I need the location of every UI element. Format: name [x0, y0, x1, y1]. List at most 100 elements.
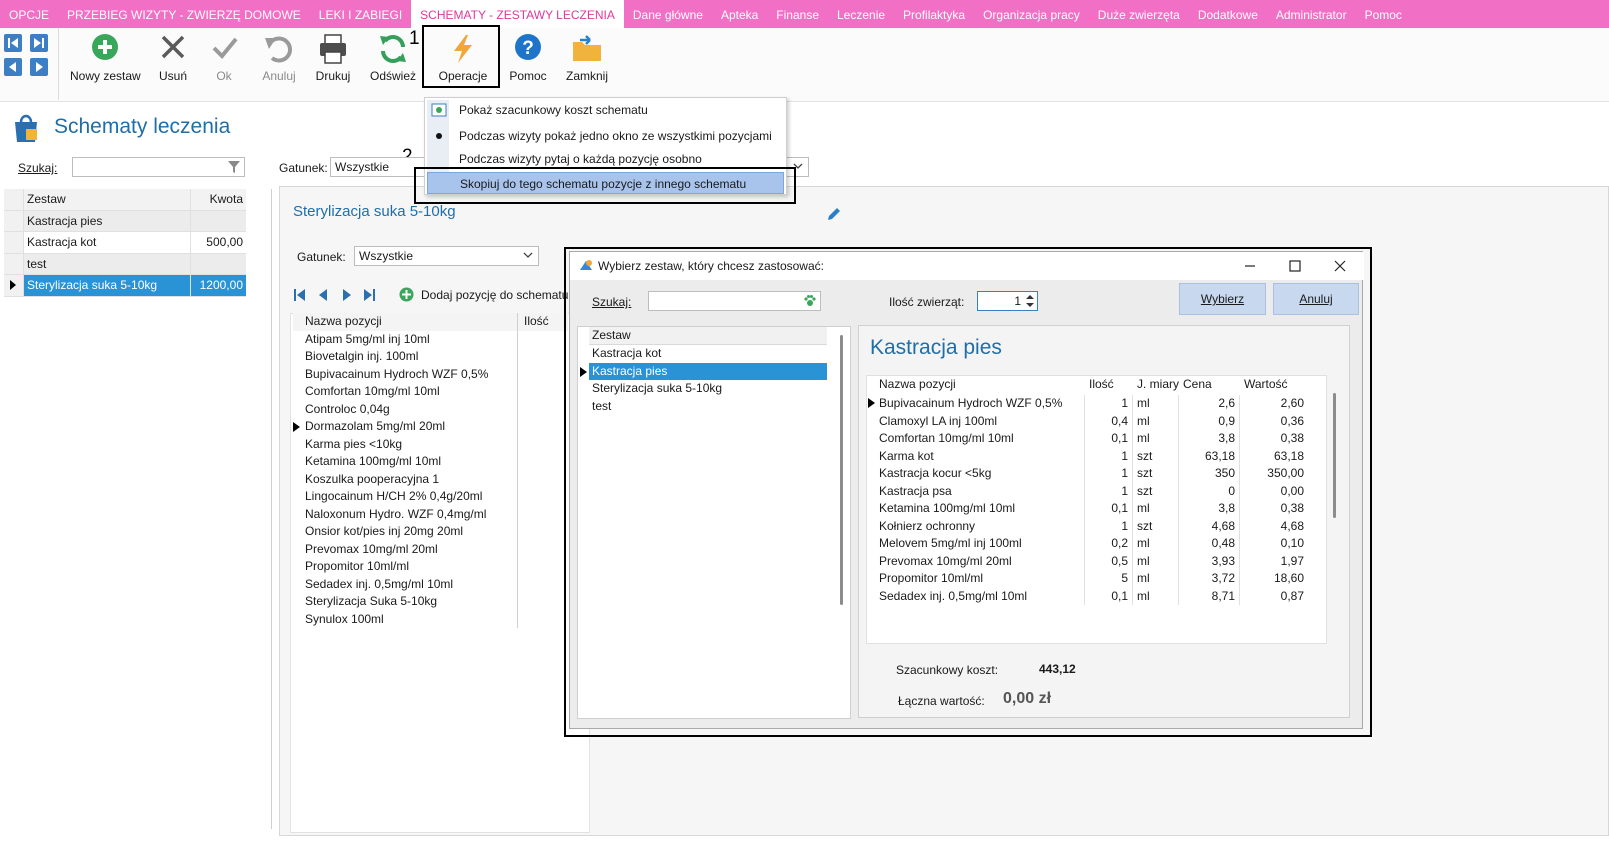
list-item[interactable]: Bupivacainum Hydroch WZF 0,5%	[293, 365, 568, 383]
list-item[interactable]: Kastracja kot	[589, 345, 827, 363]
detail-species-select[interactable]: Wszystkie	[354, 246, 539, 266]
list-scrollbar[interactable]	[840, 335, 843, 605]
next-record-icon[interactable]	[30, 58, 48, 76]
dialog-search-input[interactable]	[648, 291, 821, 311]
list-item[interactable]: Onsior kot/pies inj 20mg 20ml	[293, 523, 568, 541]
table-row[interactable]: Kastracja kocur <5kg 1 szt 350 350,00	[875, 465, 1310, 483]
list-item[interactable]: Prevomax 10mg/ml 20ml	[293, 540, 568, 558]
filter-icon[interactable]	[227, 160, 241, 174]
list-item[interactable]: Sterylizacja Suka 5-10kg	[293, 593, 568, 611]
item-qty	[518, 453, 568, 471]
choose-button[interactable]: Wybierz	[1179, 283, 1266, 315]
menu-item[interactable]: Dane główne	[624, 0, 712, 28]
table-row[interactable]: Ketamina 100mg/ml 10ml 0,1 ml 3,8 0,38	[875, 500, 1310, 518]
menu-item[interactable]: OPCJE	[0, 0, 58, 28]
print-button[interactable]: Drukuj	[313, 32, 353, 86]
column-header-set[interactable]: Zestaw	[24, 189, 191, 210]
ok-button[interactable]: Ok	[208, 32, 240, 86]
table-row[interactable]: Propomitor 10ml/ml 5 ml 3,72 18,60	[875, 570, 1310, 588]
add-circle-icon[interactable]	[399, 287, 414, 302]
list-item[interactable]: Propomitor 10ml/ml	[293, 558, 568, 576]
item-qty	[518, 401, 568, 419]
new-set-button[interactable]: Nowy zestaw	[70, 32, 141, 86]
list-item[interactable]: Atipam 5mg/ml inj 10ml	[293, 330, 568, 349]
menu-item[interactable]: Pomoc	[1356, 0, 1411, 28]
menu-item[interactable]: Finanse	[767, 0, 828, 28]
list-item[interactable]: Controloc 0,04g	[293, 400, 568, 419]
table-row[interactable]: Karma kot 1 szt 63,18 63,18	[875, 447, 1310, 465]
cancel-button[interactable]: Anuluj	[258, 32, 300, 86]
table-row[interactable]: Sterylizacja suka 5-10kg 1200,00	[4, 275, 246, 297]
list-item[interactable]: Lingocainum H/CH 2% 0,4g/20ml	[293, 488, 568, 506]
spinner-icon[interactable]	[1025, 293, 1035, 309]
last-record-icon[interactable]	[30, 34, 48, 52]
table-row[interactable]: Melovem 5mg/ml inj 100ml 0,2 ml 0,48 0,10	[875, 535, 1310, 553]
detail-navigation	[293, 287, 383, 303]
column-header[interactable]: Nazwa pozycji	[875, 376, 1085, 394]
pencil-icon[interactable]	[826, 206, 842, 222]
last-item-icon[interactable]	[362, 287, 376, 303]
list-item[interactable]: Kastracja pies	[589, 362, 827, 380]
search-input[interactable]	[72, 157, 245, 177]
list-item[interactable]: Ketamina 100mg/ml 10ml	[293, 453, 568, 471]
menu-item[interactable]: PRZEBIEG WIZYTY - ZWIERZĘ DOMOWE	[58, 0, 310, 28]
next-item-icon[interactable]	[341, 287, 353, 303]
menu-item[interactable]: LEKI I ZABIEGI	[310, 0, 411, 28]
list-item[interactable]: test	[589, 398, 827, 416]
table-row[interactable]: Kołnierz ochronny 1 szt 4,68 4,68	[875, 517, 1310, 535]
table-row[interactable]: Prevomax 10mg/ml 20ml 0,5 ml 3,93 1,97	[875, 552, 1310, 570]
list-item[interactable]: Sedadex inj. 0,5mg/ml 10ml	[293, 575, 568, 593]
menu-item[interactable]: Profilaktyka	[894, 0, 974, 28]
menu-item[interactable]: Apteka	[712, 0, 767, 28]
list-item[interactable]: Naloxonum Hydro. WZF 0,4mg/ml	[293, 505, 568, 523]
maximize-icon[interactable]	[1287, 258, 1303, 274]
menu-item-single-window[interactable]: Podczas wizyty pokaż jedno okno ze wszys…	[427, 125, 784, 147]
minimize-icon[interactable]	[1242, 258, 1258, 274]
column-header[interactable]: Ilość	[1085, 376, 1133, 394]
list-item[interactable]: Sterylizacja suka 5-10kg	[589, 380, 827, 398]
list-item[interactable]: Dormazolam 5mg/ml 20ml	[293, 418, 568, 436]
column-header-amount[interactable]: Kwota	[191, 189, 246, 210]
menu-item[interactable]: Administrator	[1267, 0, 1356, 28]
menu-item[interactable]: SCHEMATY - ZESTAWY LECZENIA	[411, 0, 624, 28]
column-header[interactable]: Cena	[1179, 376, 1240, 394]
prev-record-icon[interactable]	[4, 58, 22, 76]
table-row[interactable]: Clamoxyl LA inj 100ml 0,4 ml 0,9 0,36	[875, 412, 1310, 430]
menu-item-show-cost[interactable]: Pokaż szacunkowy koszt schematu	[427, 99, 784, 121]
list-item[interactable]: Koszulka pooperacyjna 1	[293, 470, 568, 488]
table-row[interactable]: test	[4, 253, 246, 275]
dialog-cancel-button[interactable]: Anuluj	[1273, 283, 1359, 315]
close-icon[interactable]	[1332, 258, 1348, 274]
table-row[interactable]: Kastracja psa 1 szt 0 0,00	[875, 482, 1310, 500]
menu-item[interactable]: Dodatkowe	[1189, 0, 1267, 28]
table-row[interactable]: Bupivacainum Hydroch WZF 0,5% 1 ml 2,6 2,60	[875, 395, 1310, 413]
item-qty	[518, 331, 568, 349]
column-header-name[interactable]: Nazwa pozycji	[293, 313, 518, 331]
close-button[interactable]: Zamknij	[563, 32, 611, 86]
add-item-button[interactable]: Dodaj pozycję do schematu	[421, 288, 568, 302]
column-header[interactable]: Wartość	[1240, 376, 1308, 394]
first-record-icon[interactable]	[4, 34, 22, 52]
column-header[interactable]: J. miary	[1133, 376, 1179, 394]
table-row[interactable]: Kastracja kot 500,00	[4, 232, 246, 254]
table-row[interactable]: Kastracja pies	[4, 210, 246, 232]
menu-item[interactable]: Leczenie	[828, 0, 894, 28]
column-header-qty[interactable]: Ilość	[518, 313, 568, 331]
table-row[interactable]: Comfortan 10mg/ml 10ml 0,1 ml 3,8 0,38	[875, 430, 1310, 448]
prev-item-icon[interactable]	[317, 287, 329, 303]
preview-scrollbar[interactable]	[1333, 393, 1336, 518]
list-item[interactable]: Karma pies <10kg	[293, 435, 568, 453]
row-indicator	[4, 275, 24, 296]
menu-item[interactable]: Organizacja pracy	[974, 0, 1089, 28]
list-item[interactable]: Comfortan 10mg/ml 10ml	[293, 383, 568, 401]
item-price: 0,48	[1179, 535, 1240, 553]
qty-input[interactable]: 1	[977, 291, 1038, 311]
delete-button[interactable]: Usuń	[155, 32, 191, 86]
list-item[interactable]: Biovetalgin inj. 100ml	[293, 348, 568, 366]
list-item[interactable]: Synulox 100ml	[293, 610, 568, 628]
help-button[interactable]: ? Pomoc	[507, 32, 549, 86]
table-row[interactable]: Sedadex inj. 0,5mg/ml 10ml 0,1 ml 8,71 0,87	[875, 587, 1310, 605]
menu-item[interactable]: Duże zwierzęta	[1089, 0, 1189, 28]
paw-icon[interactable]	[803, 294, 817, 308]
first-item-icon[interactable]	[293, 287, 307, 303]
